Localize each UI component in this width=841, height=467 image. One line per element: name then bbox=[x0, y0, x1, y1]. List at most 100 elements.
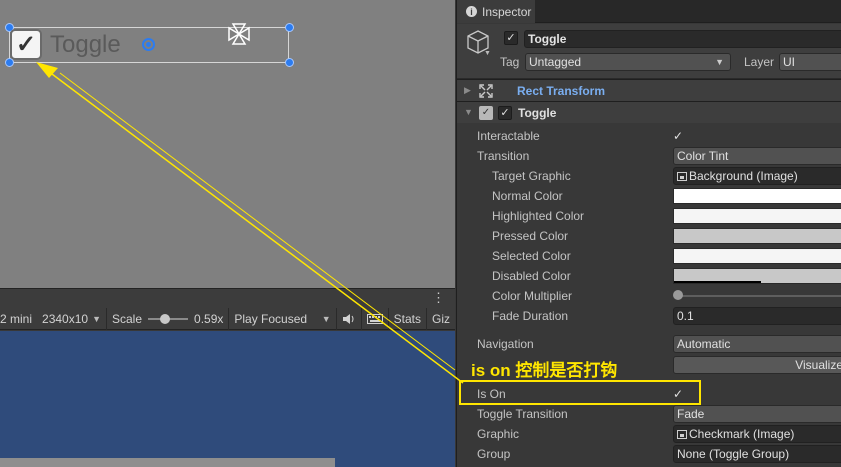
target-graphic-field[interactable]: Background (Image) bbox=[673, 167, 841, 185]
gizmos-button[interactable]: Giz bbox=[427, 308, 455, 330]
foldout-expanded-icon[interactable]: ▼ bbox=[464, 107, 473, 117]
tag-label: Tag bbox=[500, 55, 520, 69]
scale-label: Scale bbox=[111, 311, 143, 326]
prop-label: Target Graphic bbox=[492, 169, 571, 183]
prop-label: Normal Color bbox=[492, 189, 563, 203]
annotation-text: is on 控制是否打钩 bbox=[471, 361, 618, 380]
resolution-dropdown[interactable]: 2340x10 ▼ bbox=[37, 307, 107, 330]
toggle-component-title: Toggle bbox=[518, 105, 557, 120]
prop-interactable: Interactable ✓ bbox=[457, 126, 841, 146]
transition-dropdown[interactable]: Color Tint bbox=[673, 147, 841, 165]
speaker-icon bbox=[342, 313, 354, 324]
tab-inspector-label: Inspector bbox=[482, 4, 532, 19]
prop-label: Highlighted Color bbox=[492, 209, 585, 223]
game-view[interactable] bbox=[0, 331, 455, 467]
group-field[interactable]: None (Toggle Group) bbox=[673, 445, 841, 463]
prop-selected-color: Selected Color bbox=[457, 246, 841, 266]
prop-normal-color: Normal Color bbox=[457, 186, 841, 206]
toggle-label-preview: Toggle bbox=[50, 31, 121, 58]
navigation-dropdown[interactable]: Automatic bbox=[673, 335, 841, 353]
scale-control[interactable]: Scale 0.59x bbox=[107, 307, 230, 330]
image-icon bbox=[677, 172, 687, 181]
scale-slider-knob[interactable] bbox=[160, 313, 171, 324]
prop-graphic: Graphic Checkmark (Image) bbox=[457, 424, 841, 444]
selected-color-swatch[interactable] bbox=[673, 248, 841, 264]
inspector-tabbar: i Inspector bbox=[457, 0, 841, 23]
layer-value: UI bbox=[783, 55, 795, 69]
prop-highlighted-color: Highlighted Color bbox=[457, 206, 841, 226]
chevron-down-icon: ▼ bbox=[321, 313, 331, 324]
pivot-icon[interactable] bbox=[142, 38, 155, 51]
more-menu-icon[interactable]: ⋮ bbox=[432, 291, 445, 305]
foldout-collapsed-icon[interactable]: ▶ bbox=[464, 85, 471, 96]
prop-transition: Transition Color Tint bbox=[457, 146, 841, 166]
prop-navigation: Navigation Automatic bbox=[457, 334, 841, 354]
tag-dropdown[interactable]: Untagged ▼ bbox=[525, 53, 731, 71]
tab-inspector[interactable]: i Inspector bbox=[457, 0, 535, 23]
scale-slider[interactable] bbox=[148, 313, 189, 324]
resize-handle-bottom-right[interactable] bbox=[285, 58, 294, 67]
prop-pressed-color: Pressed Color bbox=[457, 226, 841, 246]
prop-label: Disabled Color bbox=[492, 269, 571, 283]
gameobject-header: ▼ ✓ Toggle Tag Untagged ▼ Layer UI bbox=[457, 24, 841, 79]
graphic-field[interactable]: Checkmark (Image) bbox=[673, 425, 841, 443]
interactable-checkbox[interactable]: ✓ bbox=[673, 129, 687, 143]
play-mode-dropdown[interactable]: Play Focused ▼ bbox=[229, 307, 337, 330]
toggle-transition-dropdown[interactable]: Fade bbox=[673, 405, 841, 423]
alpha-bar bbox=[674, 281, 761, 283]
aspect-label: 2 mini bbox=[0, 311, 33, 326]
anchor-icon[interactable] bbox=[225, 20, 253, 48]
color-multiplier-slider[interactable] bbox=[677, 295, 841, 297]
layer-dropdown[interactable]: UI bbox=[779, 53, 841, 71]
prop-label: Color Multiplier bbox=[492, 289, 573, 303]
pressed-color-swatch[interactable] bbox=[673, 228, 841, 244]
prop-disabled-color: Disabled Color bbox=[457, 266, 841, 286]
chevron-down-icon: ▼ bbox=[715, 57, 724, 67]
rect-transform-title: Rect Transform bbox=[517, 83, 606, 98]
chevron-down-icon[interactable]: ▼ bbox=[484, 50, 491, 57]
stats-label: Stats bbox=[393, 311, 421, 326]
gameobject-name-field[interactable]: Toggle bbox=[524, 30, 841, 48]
resolution-label: 2340x10 bbox=[42, 311, 89, 326]
toggle-component-enabled-checkbox[interactable]: ✓ bbox=[498, 106, 512, 120]
prop-target-graphic: Target Graphic Background (Image) bbox=[457, 166, 841, 186]
game-view-footer-strip bbox=[0, 458, 335, 467]
visualize-button[interactable]: Visualize bbox=[673, 356, 841, 374]
highlighted-color-swatch[interactable] bbox=[673, 208, 841, 224]
graphic-value: Checkmark (Image) bbox=[689, 427, 795, 441]
prop-label: Pressed Color bbox=[492, 229, 569, 243]
resize-handle-top-right[interactable] bbox=[285, 23, 294, 32]
prop-label: Toggle Transition bbox=[477, 407, 568, 421]
aspect-dropdown[interactable]: 2 mini bbox=[0, 308, 37, 330]
toggle-component-header[interactable]: ▼ ✓ ✓ Toggle bbox=[457, 101, 841, 123]
disabled-color-swatch[interactable] bbox=[673, 268, 841, 284]
prop-fade-duration: Fade Duration 0.1 bbox=[457, 306, 841, 326]
prop-label: Group bbox=[477, 447, 511, 461]
prop-label: Graphic bbox=[477, 427, 520, 441]
prop-label: Fade Duration bbox=[492, 309, 569, 323]
scene-view[interactable]: ✓ Toggle bbox=[0, 0, 455, 288]
script-icon: ✓ bbox=[479, 106, 493, 120]
rect-transform-header[interactable]: ▶ Rect Transform bbox=[457, 79, 841, 101]
info-icon: i bbox=[466, 6, 477, 17]
mute-audio-button[interactable] bbox=[337, 307, 362, 330]
prop-label: Navigation bbox=[477, 337, 534, 351]
toggle-checkbox-preview[interactable]: ✓ bbox=[10, 29, 42, 60]
prop-label: Selected Color bbox=[492, 249, 571, 263]
tag-value: Untagged bbox=[529, 55, 582, 69]
keyboard-shortcuts-button[interactable] bbox=[362, 307, 389, 330]
target-graphic-value: Background (Image) bbox=[689, 169, 798, 183]
keyboard-icon bbox=[366, 313, 383, 324]
scale-value: 0.59x bbox=[194, 311, 224, 326]
stats-button[interactable]: Stats bbox=[389, 307, 427, 330]
gizmos-label: Giz bbox=[432, 311, 450, 326]
fade-duration-field[interactable]: 0.1 bbox=[673, 307, 841, 325]
gameobject-active-checkbox[interactable]: ✓ bbox=[504, 31, 518, 45]
color-multiplier-knob[interactable] bbox=[673, 290, 683, 300]
rect-transform-icon bbox=[479, 84, 493, 98]
prop-toggle-transition: Toggle Transition Fade bbox=[457, 404, 841, 424]
chevron-down-icon: ▼ bbox=[92, 313, 101, 324]
layer-label: Layer bbox=[744, 55, 775, 69]
annotation-highlight-box bbox=[459, 380, 701, 405]
normal-color-swatch[interactable] bbox=[673, 188, 841, 204]
